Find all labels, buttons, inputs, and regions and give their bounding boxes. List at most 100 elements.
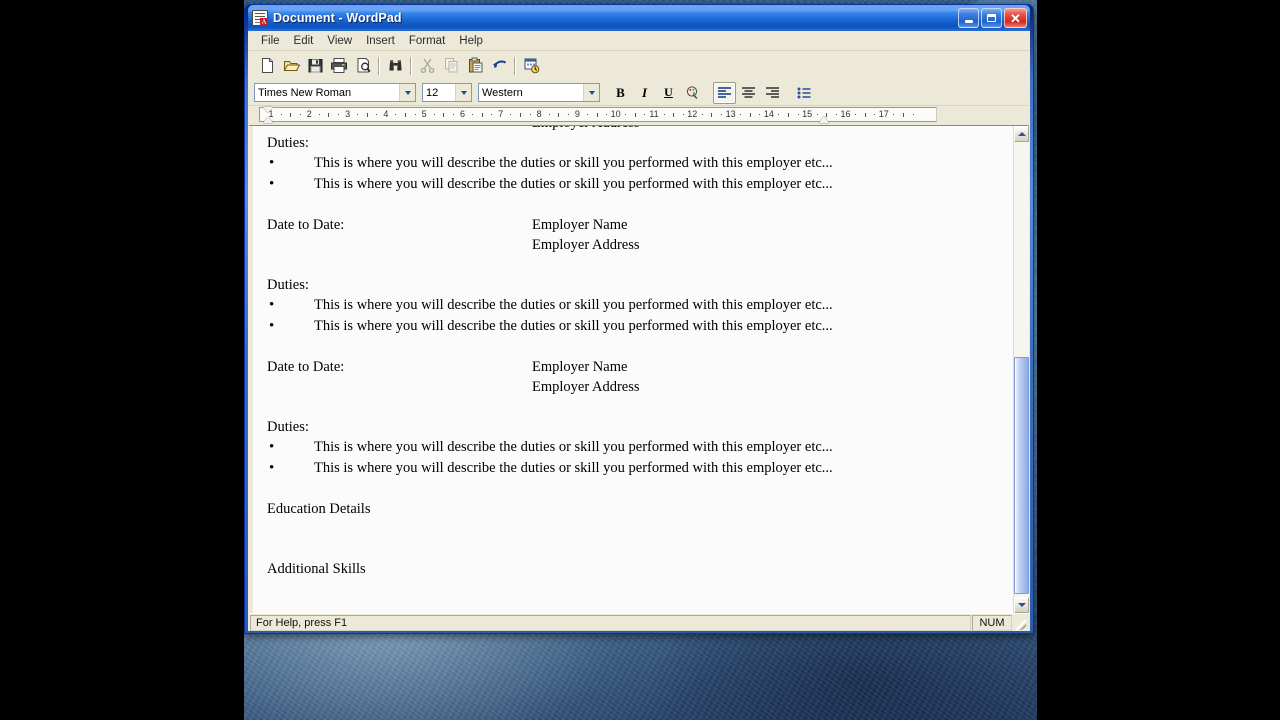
first-line-indent-marker[interactable] bbox=[263, 107, 273, 113]
wordpad-document-icon bbox=[252, 10, 268, 26]
status-help-text: For Help, press F1 bbox=[250, 614, 971, 631]
minimize-icon bbox=[964, 20, 973, 23]
chevron-down-icon[interactable] bbox=[455, 84, 471, 101]
print-preview-button[interactable] bbox=[351, 54, 375, 77]
window-title: Document - WordPad bbox=[273, 11, 402, 25]
paste-button[interactable] bbox=[463, 54, 487, 77]
chevron-down-icon[interactable] bbox=[583, 84, 599, 101]
right-indent-marker[interactable] bbox=[819, 116, 829, 123]
ruler-tick bbox=[395, 114, 397, 115]
ruler-tick bbox=[749, 113, 751, 117]
ruler-tick bbox=[596, 113, 598, 117]
folder-open-icon bbox=[283, 61, 300, 71]
bold-button[interactable]: B bbox=[609, 82, 632, 104]
page-icon bbox=[261, 58, 273, 73]
duty-text: This is where you will describe the duti… bbox=[314, 155, 833, 171]
duty-bullet-1-2: • This is where you will describe the du… bbox=[267, 174, 1013, 195]
scroll-down-button[interactable] bbox=[1014, 597, 1029, 613]
ruler-tick bbox=[529, 114, 531, 115]
title-bar[interactable]: Document - WordPad ✕ bbox=[248, 5, 1030, 31]
underline-button[interactable]: U bbox=[657, 82, 680, 104]
duty-bullet-3-2: • This is where you will describe the du… bbox=[267, 458, 1013, 479]
underline-icon: U bbox=[664, 85, 673, 99]
color-icon bbox=[686, 86, 698, 99]
minimize-button[interactable] bbox=[958, 8, 979, 28]
italic-button[interactable]: I bbox=[633, 82, 656, 104]
ruler-tick bbox=[318, 114, 320, 115]
date-time-button[interactable] bbox=[519, 54, 543, 77]
menu-view[interactable]: View bbox=[320, 33, 359, 49]
employer-address-clipped: Employer Address bbox=[532, 126, 640, 133]
script-value: Western bbox=[482, 86, 523, 99]
toolbar-separator-1 bbox=[375, 56, 383, 76]
chevron-down-icon[interactable] bbox=[399, 84, 415, 101]
ruler-tick bbox=[721, 114, 723, 115]
ruler-ticks: 1 2 3 4 5 6 7 8 9 10 11 12 13 14 15 16 17 bbox=[260, 108, 936, 121]
ruler-tick bbox=[519, 113, 521, 117]
ruler[interactable]: 1 2 3 4 5 6 7 8 9 10 11 12 13 14 15 16 17 bbox=[259, 107, 937, 123]
print-button[interactable] bbox=[327, 54, 351, 77]
window-controls: ✕ bbox=[958, 8, 1028, 28]
employer-address-row-3: Employer Address bbox=[267, 377, 1013, 397]
close-button[interactable]: ✕ bbox=[1004, 8, 1027, 28]
employer-row-3: Date to Date: Employer Name bbox=[267, 357, 1013, 377]
script-select[interactable]: Western bbox=[478, 83, 600, 102]
scrollbar-track[interactable] bbox=[1014, 142, 1029, 597]
bullet-glyph: • bbox=[269, 460, 275, 476]
document-edit-area[interactable]: Employer Address Duties: • This is where… bbox=[249, 125, 1029, 613]
ruler-number: 16 bbox=[840, 109, 851, 119]
toolbar-separator-2 bbox=[407, 56, 415, 76]
find-button[interactable] bbox=[383, 54, 407, 77]
font-family-select[interactable]: Times New Roman bbox=[254, 83, 416, 102]
maximize-button[interactable] bbox=[981, 8, 1002, 28]
align-center-button[interactable] bbox=[737, 82, 760, 104]
clipboard-icon bbox=[468, 57, 482, 73]
scrollbar-thumb[interactable] bbox=[1014, 357, 1029, 594]
ruler-tick bbox=[759, 114, 761, 115]
ruler-tick bbox=[625, 114, 627, 115]
chevron-up-icon bbox=[1017, 132, 1026, 136]
ruler-number: 6 bbox=[459, 109, 466, 119]
duty-text: This is where you will describe the duti… bbox=[314, 297, 833, 313]
toolbar-separator-3 bbox=[511, 56, 519, 76]
ruler-tick bbox=[874, 114, 876, 115]
ruler-tick bbox=[280, 114, 282, 115]
copy-button[interactable] bbox=[439, 54, 463, 77]
scroll-up-button[interactable] bbox=[1014, 126, 1029, 142]
menu-format[interactable]: Format bbox=[402, 33, 452, 49]
ruler-tick bbox=[778, 114, 780, 115]
font-family-value: Times New Roman bbox=[258, 86, 352, 99]
ruler-number: 8 bbox=[536, 109, 542, 119]
vertical-scrollbar[interactable] bbox=[1013, 126, 1029, 613]
new-document-button[interactable] bbox=[255, 54, 279, 77]
menu-edit[interactable]: Edit bbox=[287, 33, 321, 49]
left-indent-marker[interactable] bbox=[263, 117, 273, 123]
ruler-tick bbox=[290, 113, 292, 117]
ruler-tick bbox=[491, 114, 493, 115]
ruler-tick bbox=[481, 113, 483, 117]
menu-insert[interactable]: Insert bbox=[359, 33, 402, 49]
employer-name-3: Employer Name bbox=[532, 359, 628, 375]
undo-button[interactable] bbox=[487, 54, 511, 77]
menu-file[interactable]: File bbox=[254, 33, 287, 49]
ruler-tick bbox=[443, 113, 445, 117]
bullet-glyph: • bbox=[269, 318, 275, 334]
resize-grip[interactable] bbox=[1013, 617, 1027, 631]
menu-help[interactable]: Help bbox=[452, 33, 490, 49]
date-time-icon bbox=[524, 58, 539, 74]
bullets-button[interactable] bbox=[793, 82, 816, 104]
section-education-details: Education Details bbox=[267, 501, 371, 517]
cut-button[interactable] bbox=[415, 54, 439, 77]
document-page[interactable]: Employer Address Duties: • This is where… bbox=[249, 126, 1013, 613]
align-right-button[interactable] bbox=[761, 82, 784, 104]
save-document-button[interactable] bbox=[303, 54, 327, 77]
ruler-tick bbox=[366, 113, 368, 117]
close-icon: ✕ bbox=[1010, 10, 1021, 26]
font-size-select[interactable]: 12 bbox=[422, 83, 472, 102]
open-document-button[interactable] bbox=[279, 54, 303, 77]
font-color-button[interactable] bbox=[681, 82, 704, 104]
align-left-button[interactable] bbox=[713, 81, 736, 104]
wordpad-window: Document - WordPad ✕ File Edit View Inse… bbox=[244, 4, 1034, 634]
